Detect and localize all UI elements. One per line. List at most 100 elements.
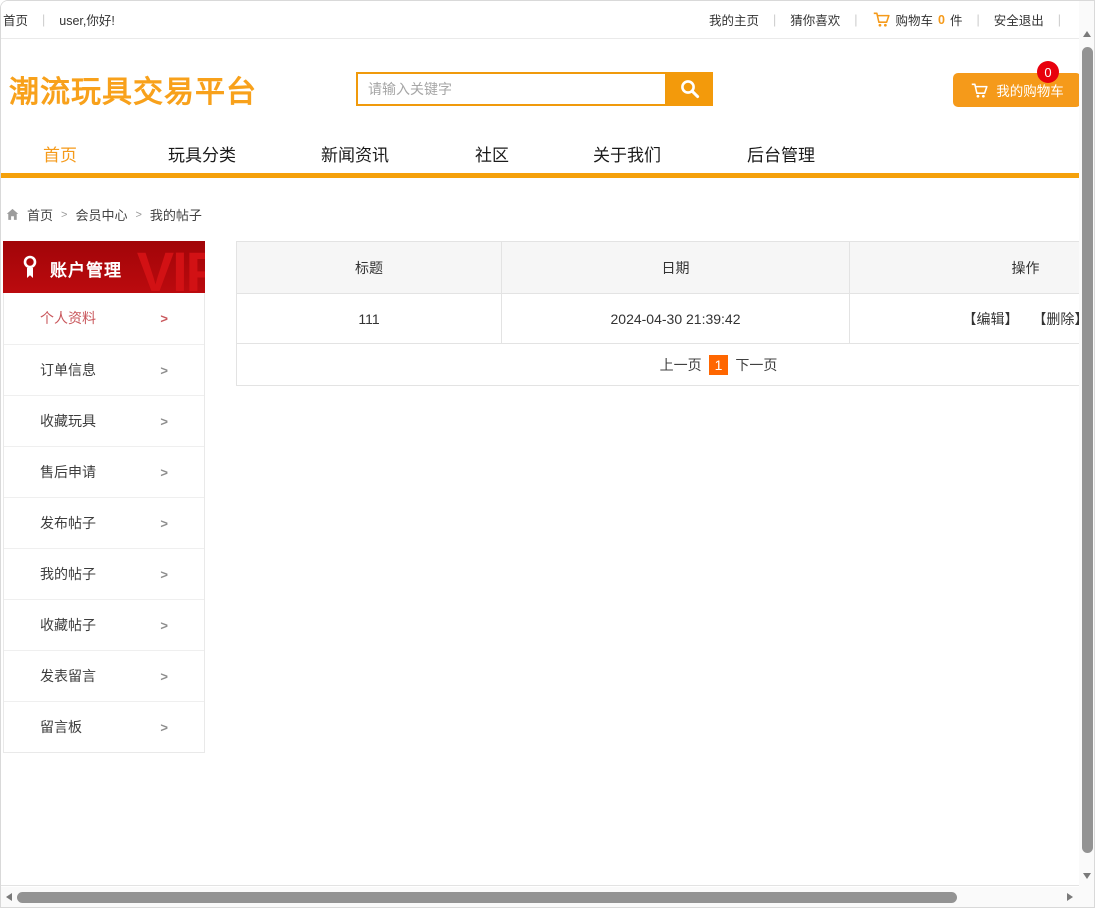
breadcrumb-my-posts: 我的帖子 (150, 205, 202, 224)
sidebar-item-post-message[interactable]: 发表留言 > (4, 650, 204, 701)
column-header-actions: 操作 (850, 242, 1080, 294)
column-header-date: 日期 (502, 242, 850, 294)
logout-link[interactable]: 安全退出 (994, 10, 1044, 29)
sidebar-menu: 个人资料 > 订单信息 > 收藏玩具 > 售后申请 > 发布帖子 > (3, 293, 205, 753)
vertical-scrollbar-thumb[interactable] (1082, 47, 1093, 853)
sidebar-item-label: 个人资料 (40, 310, 96, 326)
nav-item-toy-categories[interactable]: 玩具分类 (168, 141, 236, 166)
chevron-right-icon: > (160, 651, 168, 702)
delete-link[interactable]: 【删除】 (1032, 311, 1079, 327)
table-row: 111 2024-04-30 21:39:42 【编辑】 【删除】 (237, 294, 1080, 344)
guess-you-like-link[interactable]: 猜你喜欢 (790, 10, 840, 29)
topbar-home-link[interactable]: 首页 (3, 10, 28, 29)
sidebar-item-after-sales[interactable]: 售后申请 > (4, 446, 204, 497)
topbar-cart-unit: 件 (950, 10, 963, 29)
prev-page-link[interactable]: 上一页 (660, 355, 702, 375)
my-cart-button[interactable]: 我的购物车 0 (953, 73, 1079, 107)
topbar-cart-label: 购物车 (896, 10, 934, 29)
sidebar-item-label: 收藏帖子 (40, 617, 96, 633)
search-button[interactable] (667, 72, 713, 106)
nav-item-about-us[interactable]: 关于我们 (593, 141, 661, 166)
post-title-cell: 111 (237, 294, 502, 344)
sidebar-item-publish-post[interactable]: 发布帖子 > (4, 497, 204, 548)
topbar-divider: | (854, 13, 857, 27)
chevron-right-icon: > (160, 702, 168, 753)
chevron-right-icon: > (160, 293, 168, 344)
edit-link[interactable]: 【编辑】 (963, 311, 1019, 327)
table-header-row: 标题 日期 操作 (237, 242, 1080, 294)
chevron-right-icon: > (160, 600, 168, 651)
breadcrumb: 首页 > 会员中心 > 我的帖子 (6, 205, 202, 224)
my-homepage-link[interactable]: 我的主页 (709, 10, 759, 29)
cart-icon (872, 11, 891, 28)
chevron-right-icon: > (160, 396, 168, 447)
breadcrumb-home[interactable]: 首页 (27, 205, 53, 224)
topbar-cart-count: 0 (938, 13, 945, 27)
page-viewport: 首页 | user,你好! 我的主页 | 猜你喜欢 | 购物车0件 | (1, 1, 1079, 886)
topbar-cart-link[interactable]: 购物车 0件 (872, 10, 963, 29)
medal-icon (19, 254, 41, 280)
search-bar (356, 72, 713, 106)
sidebar-item-my-posts[interactable]: 我的帖子 > (4, 548, 204, 599)
nav-underline-bar (1, 173, 1079, 178)
sidebar-item-label: 留言板 (40, 719, 82, 735)
next-page-link[interactable]: 下一页 (735, 355, 777, 375)
column-header-title: 标题 (237, 242, 502, 294)
nav-item-home[interactable]: 首页 (43, 141, 77, 166)
post-date-cell: 2024-04-30 21:39:42 (502, 294, 850, 344)
breadcrumb-member-center[interactable]: 会员中心 (75, 205, 127, 224)
topbar-right: 我的主页 | 猜你喜欢 | 购物车 0件 | 安全退出 | (709, 1, 1075, 38)
sidebar-title: 账户管理 (50, 256, 122, 281)
vertical-scrollbar[interactable] (1079, 1, 1095, 887)
current-page-indicator: 1 (709, 355, 729, 375)
topbar-divider: | (773, 13, 776, 27)
sidebar-item-label: 发表留言 (40, 668, 96, 684)
scroll-down-arrow-icon[interactable] (1083, 873, 1091, 879)
main-nav: 首页 玩具分类 新闻资讯 社区 关于我们 后台管理 (1, 139, 1079, 173)
sidebar-item-profile[interactable]: 个人资料 > (4, 293, 204, 344)
search-icon (679, 78, 701, 100)
search-input[interactable] (356, 72, 667, 106)
cart-count-badge: 0 (1037, 61, 1059, 83)
sidebar-item-label: 售后申请 (40, 464, 96, 480)
sidebar-header: 账户管理 VIP (3, 241, 205, 293)
site-logo[interactable]: 潮流玩具交易平台 (9, 67, 257, 111)
my-posts-panel: 标题 日期 操作 111 2024-04-30 21:39:42 【编辑】 【删… (236, 241, 1079, 386)
browser-page: 首页 | user,你好! 我的主页 | 猜你喜欢 | 购物车0件 | (0, 0, 1095, 908)
sidebar-item-favorite-toys[interactable]: 收藏玩具 > (4, 395, 204, 446)
sidebar-item-message-board[interactable]: 留言板 > (4, 701, 204, 752)
sidebar-item-orders[interactable]: 订单信息 > (4, 344, 204, 395)
my-cart-button-label: 我的购物车 (996, 80, 1064, 100)
user-greeting: user,你好! (59, 10, 115, 29)
scroll-up-arrow-icon[interactable] (1083, 31, 1091, 37)
top-utility-bar: 首页 | user,你好! 我的主页 | 猜你喜欢 | 购物车 0件 | (1, 1, 1079, 39)
nav-item-community[interactable]: 社区 (475, 141, 509, 166)
vip-watermark: VIP (137, 241, 205, 293)
scroll-right-arrow-icon[interactable] (1067, 893, 1073, 901)
post-actions-cell: 【编辑】 【删除】 (850, 294, 1080, 344)
topbar-divider: | (1058, 13, 1061, 27)
cart-icon (970, 82, 989, 99)
topbar-divider: | (976, 13, 979, 27)
scrollbar-corner (1079, 887, 1095, 908)
horizontal-scrollbar-thumb[interactable] (17, 892, 957, 903)
breadcrumb-separator: > (61, 209, 67, 221)
scroll-left-arrow-icon[interactable] (6, 893, 12, 901)
nav-item-admin[interactable]: 后台管理 (747, 141, 815, 166)
topbar-left: 首页 | user,你好! (3, 1, 115, 38)
account-sidebar: 账户管理 VIP 个人资料 > 订单信息 > 收藏玩具 > 售后申请 (3, 241, 205, 753)
sidebar-item-label: 发布帖子 (40, 515, 96, 531)
nav-item-news[interactable]: 新闻资讯 (321, 141, 389, 166)
chevron-right-icon: > (160, 447, 168, 498)
horizontal-scrollbar[interactable] (1, 887, 1079, 908)
posts-table: 标题 日期 操作 111 2024-04-30 21:39:42 【编辑】 【删… (236, 241, 1079, 344)
chevron-right-icon: > (160, 498, 168, 549)
topbar-divider: | (42, 13, 45, 27)
home-icon (6, 208, 19, 221)
pagination: 上一页 1 下一页 (236, 344, 1079, 386)
sidebar-item-label: 订单信息 (40, 362, 96, 378)
breadcrumb-separator: > (135, 209, 141, 221)
sidebar-item-favorite-posts[interactable]: 收藏帖子 > (4, 599, 204, 650)
sidebar-item-label: 收藏玩具 (40, 413, 96, 429)
chevron-right-icon: > (160, 549, 168, 600)
